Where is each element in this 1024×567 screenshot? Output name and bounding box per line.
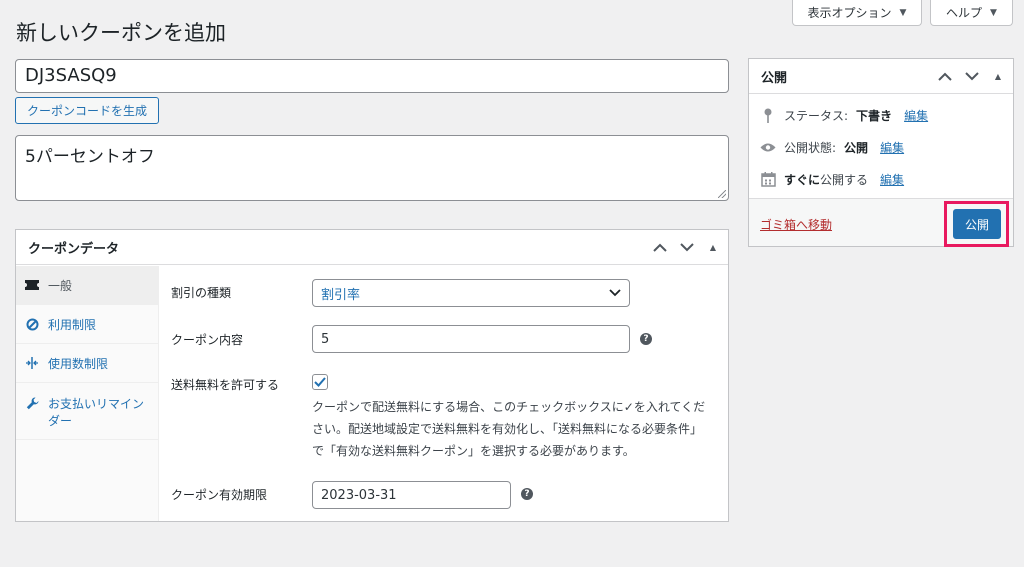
schedule-row: すぐに公開する 編集 xyxy=(760,171,904,188)
toggle-panel-icon[interactable]: ▲ xyxy=(991,72,1005,81)
tab-label: 利用制限 xyxy=(48,318,97,332)
page-title: 新しいクーポンを追加 xyxy=(16,21,226,45)
coupon-amount-input[interactable]: 5 xyxy=(312,325,630,353)
status-row: ステータス: 下書き 編集 xyxy=(760,107,928,124)
coupon-data-panel: クーポンデータ ▲ 一般 利用制限 使用数制限 お支払いリマインダー xyxy=(15,229,729,522)
tab-usage-limits[interactable]: 使用数制限 xyxy=(16,344,158,383)
edit-schedule-link[interactable]: 編集 xyxy=(880,171,904,188)
discount-type-select[interactable]: 割引率 xyxy=(312,279,630,307)
caret-down-icon: ▼ xyxy=(990,7,997,18)
help-label: ヘルプ xyxy=(946,6,983,20)
coupon-data-header: クーポンデータ ▲ xyxy=(16,230,728,265)
tab-usage-restriction[interactable]: 利用制限 xyxy=(16,305,158,344)
chevron-down-icon xyxy=(609,286,621,301)
coupon-data-title: クーポンデータ xyxy=(28,241,120,257)
schedule-prefix: すぐに xyxy=(784,173,821,187)
status-label: ステータス: xyxy=(784,109,849,123)
eye-icon xyxy=(760,142,776,153)
caret-down-icon: ▼ xyxy=(899,7,907,18)
edit-visibility-link[interactable]: 編集 xyxy=(880,139,904,156)
visibility-label: 公開状態: xyxy=(784,141,837,155)
free-shipping-label: 送料無料を許可する xyxy=(171,378,280,392)
tab-payment-reminder[interactable]: お支払いリマインダー xyxy=(16,383,158,440)
edit-status-link[interactable]: 編集 xyxy=(904,107,928,124)
ticket-icon xyxy=(25,278,39,291)
publish-title: 公開 xyxy=(761,70,788,86)
wrench-icon xyxy=(25,396,39,410)
prohibited-icon xyxy=(25,317,39,331)
tab-label: お支払いリマインダー xyxy=(48,397,145,428)
coupon-description-text: 5パーセントオフ xyxy=(25,147,155,167)
tab-label: 一般 xyxy=(48,279,73,293)
screen-options-button[interactable]: 表示オプション ▼ xyxy=(792,0,922,26)
free-shipping-checkbox[interactable] xyxy=(312,374,328,390)
checkmark-icon xyxy=(314,377,326,387)
chevron-down-icon[interactable] xyxy=(964,69,980,85)
tab-general[interactable]: 一般 xyxy=(16,266,158,305)
help-tip-icon[interactable]: ? xyxy=(521,488,533,500)
expiry-date-label: クーポン有効期限 xyxy=(171,488,268,502)
publish-actions: ゴミ箱へ移動 公開 xyxy=(749,198,1013,247)
move-to-trash-link[interactable]: ゴミ箱へ移動 xyxy=(760,216,832,233)
help-tip-icon[interactable]: ? xyxy=(640,333,652,345)
expiry-date-input[interactable]: 2023-03-31 xyxy=(312,481,511,509)
generate-coupon-code-button[interactable]: クーポンコードを生成 xyxy=(15,97,159,124)
visibility-row: 公開状態: 公開 編集 xyxy=(760,139,904,156)
visibility-value: 公開 xyxy=(844,141,869,155)
publish-button[interactable]: 公開 xyxy=(953,209,1001,239)
limits-icon xyxy=(25,356,39,369)
free-shipping-description: クーポンで配送無料にする場合、このチェックボックスに✓を入れてください。配送地域… xyxy=(312,400,706,458)
chevron-up-icon[interactable] xyxy=(937,69,953,85)
schedule-suffix: 公開する xyxy=(820,173,869,187)
discount-type-value: 割引率 xyxy=(321,287,361,303)
discount-type-label: 割引の種類 xyxy=(171,286,232,300)
chevron-up-icon[interactable] xyxy=(652,240,668,256)
status-value: 下書き xyxy=(856,109,893,123)
help-button[interactable]: ヘルプ ▼ xyxy=(930,0,1013,26)
resize-handle-icon[interactable] xyxy=(718,190,726,198)
coupon-code-input[interactable]: DJ3SASQ9 xyxy=(15,59,729,93)
coupon-tabs: 一般 利用制限 使用数制限 お支払いリマインダー xyxy=(16,266,159,521)
publish-panel: 公開 ▲ ステータス: 下書き 編集 公開状態: 公開 編集 すぐに公開する 編… xyxy=(748,58,1014,247)
screen-options-label: 表示オプション xyxy=(807,6,892,20)
tab-label: 使用数制限 xyxy=(48,357,109,371)
pin-icon xyxy=(760,108,776,123)
coupon-amount-label: クーポン内容 xyxy=(171,333,244,347)
calendar-icon xyxy=(760,172,776,187)
toggle-panel-icon[interactable]: ▲ xyxy=(706,243,720,252)
publish-header: 公開 ▲ xyxy=(749,59,1013,94)
chevron-down-icon[interactable] xyxy=(679,240,695,256)
coupon-description-textarea[interactable]: 5パーセントオフ xyxy=(15,135,729,201)
